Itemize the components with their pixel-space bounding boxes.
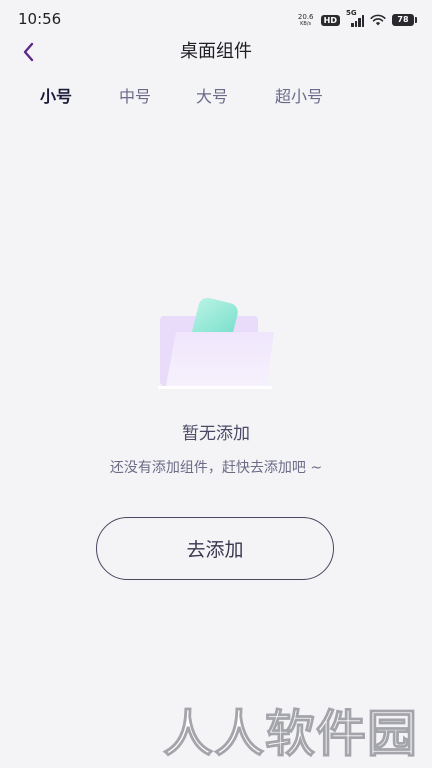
network-speed-unit: KB/s (300, 21, 312, 27)
battery-icon: 78 (392, 14, 417, 26)
status-time: 10:56 (18, 10, 62, 28)
tab-small[interactable]: 小号 (40, 84, 72, 110)
network-speed-value: 20.6 (297, 13, 314, 21)
status-bar: 10:56 20.6 KB/s HD 5G 78 (0, 0, 432, 40)
network-speed: 20.6 KB/s (297, 13, 315, 27)
page-title: 桌面组件 (180, 41, 252, 62)
app-screen: 10:56 20.6 KB/s HD 5G 78 桌面组件 小号 中号 大号 超… (0, 0, 432, 768)
hd-badge: HD (320, 14, 340, 26)
empty-state-subtitle: 还没有添加组件，赶快去添加吧 ~ (109, 460, 323, 476)
watermark-logo: 人人软件园 (162, 704, 418, 763)
tab-medium[interactable]: 中号 (119, 84, 151, 110)
go-add-button[interactable]: 去添加 (96, 517, 334, 580)
wifi-icon (370, 14, 386, 26)
empty-folder-icon (158, 297, 274, 389)
size-tabs: 小号 中号 大号 超小号 (0, 84, 432, 112)
cellular-signal-icon: 5G (346, 9, 364, 27)
tab-large[interactable]: 大号 (196, 84, 228, 110)
status-indicators: 20.6 KB/s HD 5G 78 (297, 9, 417, 30)
tab-extra-small[interactable]: 超小号 (275, 84, 323, 110)
empty-state-title: 暂无添加 (182, 424, 250, 444)
